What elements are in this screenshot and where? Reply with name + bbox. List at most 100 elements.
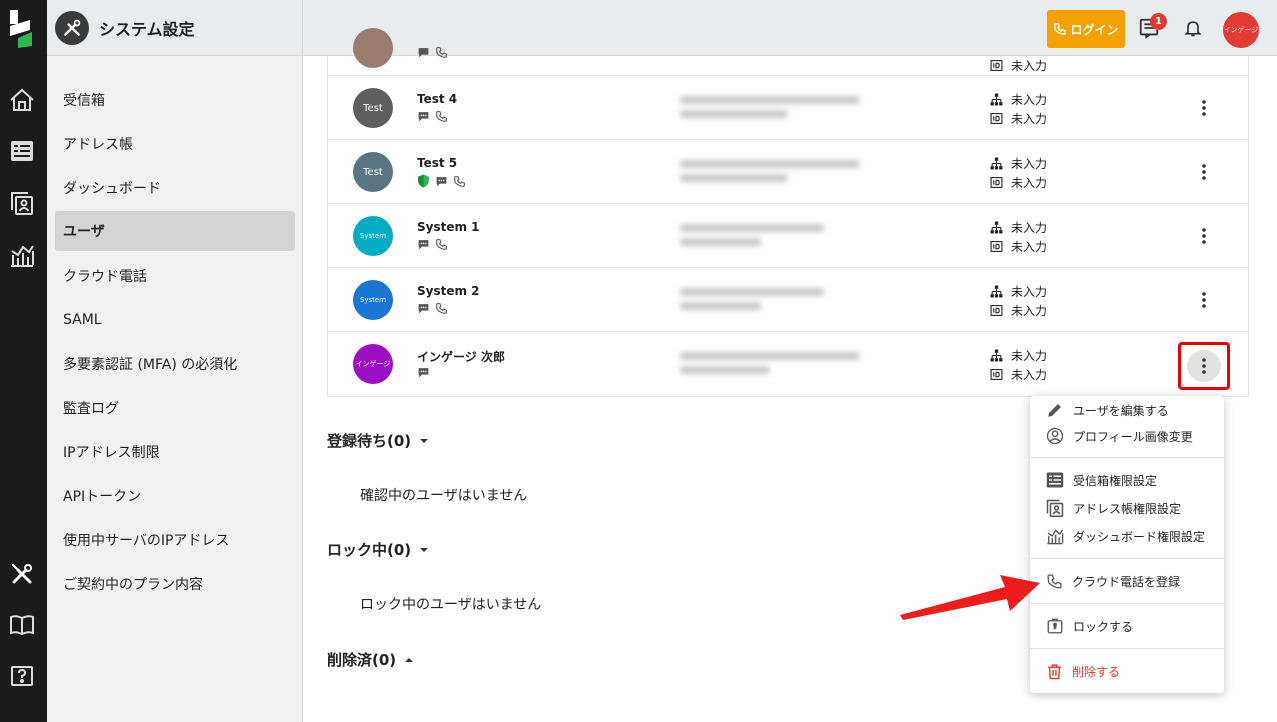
inbox-icon bbox=[1046, 472, 1064, 488]
address-book-icon bbox=[1046, 499, 1064, 517]
user-name[interactable]: System 1 bbox=[417, 220, 480, 234]
table-row: Test Test 4 未入力 未入力 bbox=[328, 76, 1248, 140]
dept-value: 未入力 bbox=[1011, 349, 1048, 363]
user-meta: 未入力 bbox=[990, 56, 1047, 75]
dept-value: 未入力 bbox=[1011, 221, 1048, 235]
org-icon bbox=[990, 93, 1003, 106]
phone-icon bbox=[436, 111, 447, 122]
section-deleted-title: 削除済(0) bbox=[327, 651, 397, 669]
lock-icon bbox=[1047, 618, 1063, 634]
user-name[interactable]: インゲージ 次郎 bbox=[417, 348, 505, 365]
table-row: System System 2 未入力 未入力 bbox=[328, 268, 1248, 332]
table-row: System System 1 未入力 未入力 bbox=[328, 204, 1248, 268]
account-circle-icon bbox=[1046, 427, 1064, 445]
user-meta: 未入力 未入力 bbox=[990, 282, 1047, 320]
dashboard-icon[interactable] bbox=[8, 241, 36, 269]
annotation-arrow bbox=[900, 575, 1040, 620]
address-book-icon[interactable] bbox=[8, 189, 36, 217]
menu-inbox-permission[interactable]: 受信箱権限設定 bbox=[1030, 466, 1224, 494]
chat-icon bbox=[436, 176, 447, 186]
app-rail bbox=[0, 0, 47, 722]
more-vert-icon[interactable] bbox=[1194, 224, 1214, 248]
table-row: Test Test 5 未入力 未入力 bbox=[328, 140, 1248, 204]
menu-lock-user[interactable]: ロックする bbox=[1030, 612, 1224, 640]
caret-down-icon bbox=[420, 547, 429, 552]
menu-dashboard-permission[interactable]: ダッシュボード権限設定 bbox=[1030, 522, 1224, 550]
sidebar-item-saml[interactable]: SAML bbox=[55, 300, 295, 340]
chat-icon bbox=[418, 112, 429, 122]
avatar: System bbox=[353, 216, 393, 256]
avatar: Test bbox=[353, 88, 393, 128]
pencil-icon bbox=[1048, 404, 1061, 417]
more-vert-icon[interactable] bbox=[1187, 350, 1221, 382]
dashboard-icon bbox=[1047, 529, 1064, 545]
avatar bbox=[353, 28, 393, 68]
app-logo[interactable] bbox=[8, 10, 36, 48]
menu-change-avatar[interactable]: プロフィール画像変更 bbox=[1030, 422, 1224, 450]
system-settings-icon[interactable] bbox=[8, 560, 36, 588]
section-deleted[interactable]: 削除済(0) bbox=[327, 649, 414, 670]
id-value: 未入力 bbox=[1011, 240, 1048, 254]
dept-value: 未入力 bbox=[1011, 157, 1048, 171]
id-icon bbox=[990, 305, 1003, 316]
id-value: 未入力 bbox=[1011, 304, 1048, 318]
menu-register-cloud-phone[interactable]: クラウド電話を登録 bbox=[1030, 567, 1224, 595]
sidebar-item-api-token[interactable]: APIトークン bbox=[55, 476, 295, 516]
user-name[interactable]: Test 4 bbox=[417, 92, 457, 106]
id-icon bbox=[990, 113, 1003, 124]
inbox-icon[interactable] bbox=[8, 137, 36, 165]
highlight-frame bbox=[1178, 342, 1230, 390]
sidebar-item-cloud-phone[interactable]: クラウド電話 bbox=[55, 256, 295, 296]
settings-sidebar: 受信箱 アドレス帳 ダッシュボード ユーザ クラウド電話 SAML 多要素認証 … bbox=[47, 56, 303, 722]
sidebar-item-mfa[interactable]: 多要素認証 (MFA) の必須化 bbox=[55, 344, 295, 384]
more-vert-icon[interactable] bbox=[1194, 96, 1214, 120]
menu-delete-user[interactable]: 削除する bbox=[1030, 657, 1224, 685]
user-contact-icons bbox=[417, 174, 466, 188]
sidebar-item-plan[interactable]: ご契約中のプラン内容 bbox=[55, 564, 295, 604]
org-icon bbox=[990, 157, 1003, 170]
phone-icon bbox=[454, 175, 465, 187]
sidebar-item-address-book[interactable]: アドレス帳 bbox=[55, 124, 295, 164]
sidebar-item-users[interactable]: ユーザ bbox=[55, 211, 295, 251]
home-icon[interactable] bbox=[8, 86, 36, 114]
section-locked-title: ロック中(0) bbox=[327, 541, 412, 559]
user-table: 未入力 Test Test 4 未入力 未入力 Test Test 5 未入力 … bbox=[327, 28, 1249, 397]
section-locked[interactable]: ロック中(0) bbox=[327, 539, 429, 560]
table-row: インゲージ インゲージ 次郎 未入力 未入力 bbox=[328, 332, 1248, 396]
avatar: インゲージ bbox=[353, 344, 393, 384]
chat-icon bbox=[418, 48, 429, 58]
blurred-email bbox=[680, 218, 860, 258]
avatar: Test bbox=[353, 152, 393, 192]
pending-empty-text: 確認中のユーザはいません bbox=[360, 488, 528, 504]
user-contact-icons bbox=[417, 366, 430, 379]
blurred-email bbox=[680, 346, 860, 386]
id-value: 未入力 bbox=[1011, 112, 1048, 126]
dept-value: 未入力 bbox=[1011, 285, 1048, 299]
chat-icon bbox=[418, 240, 429, 250]
sidebar-item-inbox[interactable]: 受信箱 bbox=[55, 80, 295, 120]
user-meta: 未入力 未入力 bbox=[990, 218, 1047, 256]
more-vert-icon[interactable] bbox=[1194, 288, 1214, 312]
user-contact-icons bbox=[417, 46, 448, 59]
menu-address-permission[interactable]: アドレス帳権限設定 bbox=[1030, 494, 1224, 522]
sidebar-item-server-ip[interactable]: 使用中サーバのIPアドレス bbox=[55, 520, 295, 560]
menu-edit-user[interactable]: ユーザを編集する bbox=[1030, 396, 1224, 424]
user-name[interactable]: Test 5 bbox=[417, 156, 457, 170]
user-name[interactable]: System 2 bbox=[417, 284, 480, 298]
help-icon[interactable] bbox=[8, 663, 36, 691]
id-value: 未入力 bbox=[1011, 368, 1048, 382]
manual-icon[interactable] bbox=[8, 611, 36, 639]
chat-icon bbox=[418, 304, 429, 314]
section-pending[interactable]: 登録待ち(0) bbox=[327, 430, 429, 451]
dept-value: 未入力 bbox=[1011, 93, 1048, 107]
locked-empty-text: ロック中のユーザはいません bbox=[360, 597, 542, 613]
blurred-email bbox=[680, 90, 860, 130]
more-vert-icon[interactable] bbox=[1194, 160, 1214, 184]
sidebar-item-ip-restriction[interactable]: IPアドレス制限 bbox=[55, 432, 295, 472]
id-icon bbox=[990, 60, 1003, 71]
sidebar-item-audit-log[interactable]: 監査ログ bbox=[55, 388, 295, 428]
settings-tools-icon bbox=[55, 11, 89, 45]
user-contact-icons bbox=[417, 302, 448, 315]
sidebar-item-dashboard[interactable]: ダッシュボード bbox=[55, 168, 295, 208]
id-icon bbox=[990, 177, 1003, 188]
